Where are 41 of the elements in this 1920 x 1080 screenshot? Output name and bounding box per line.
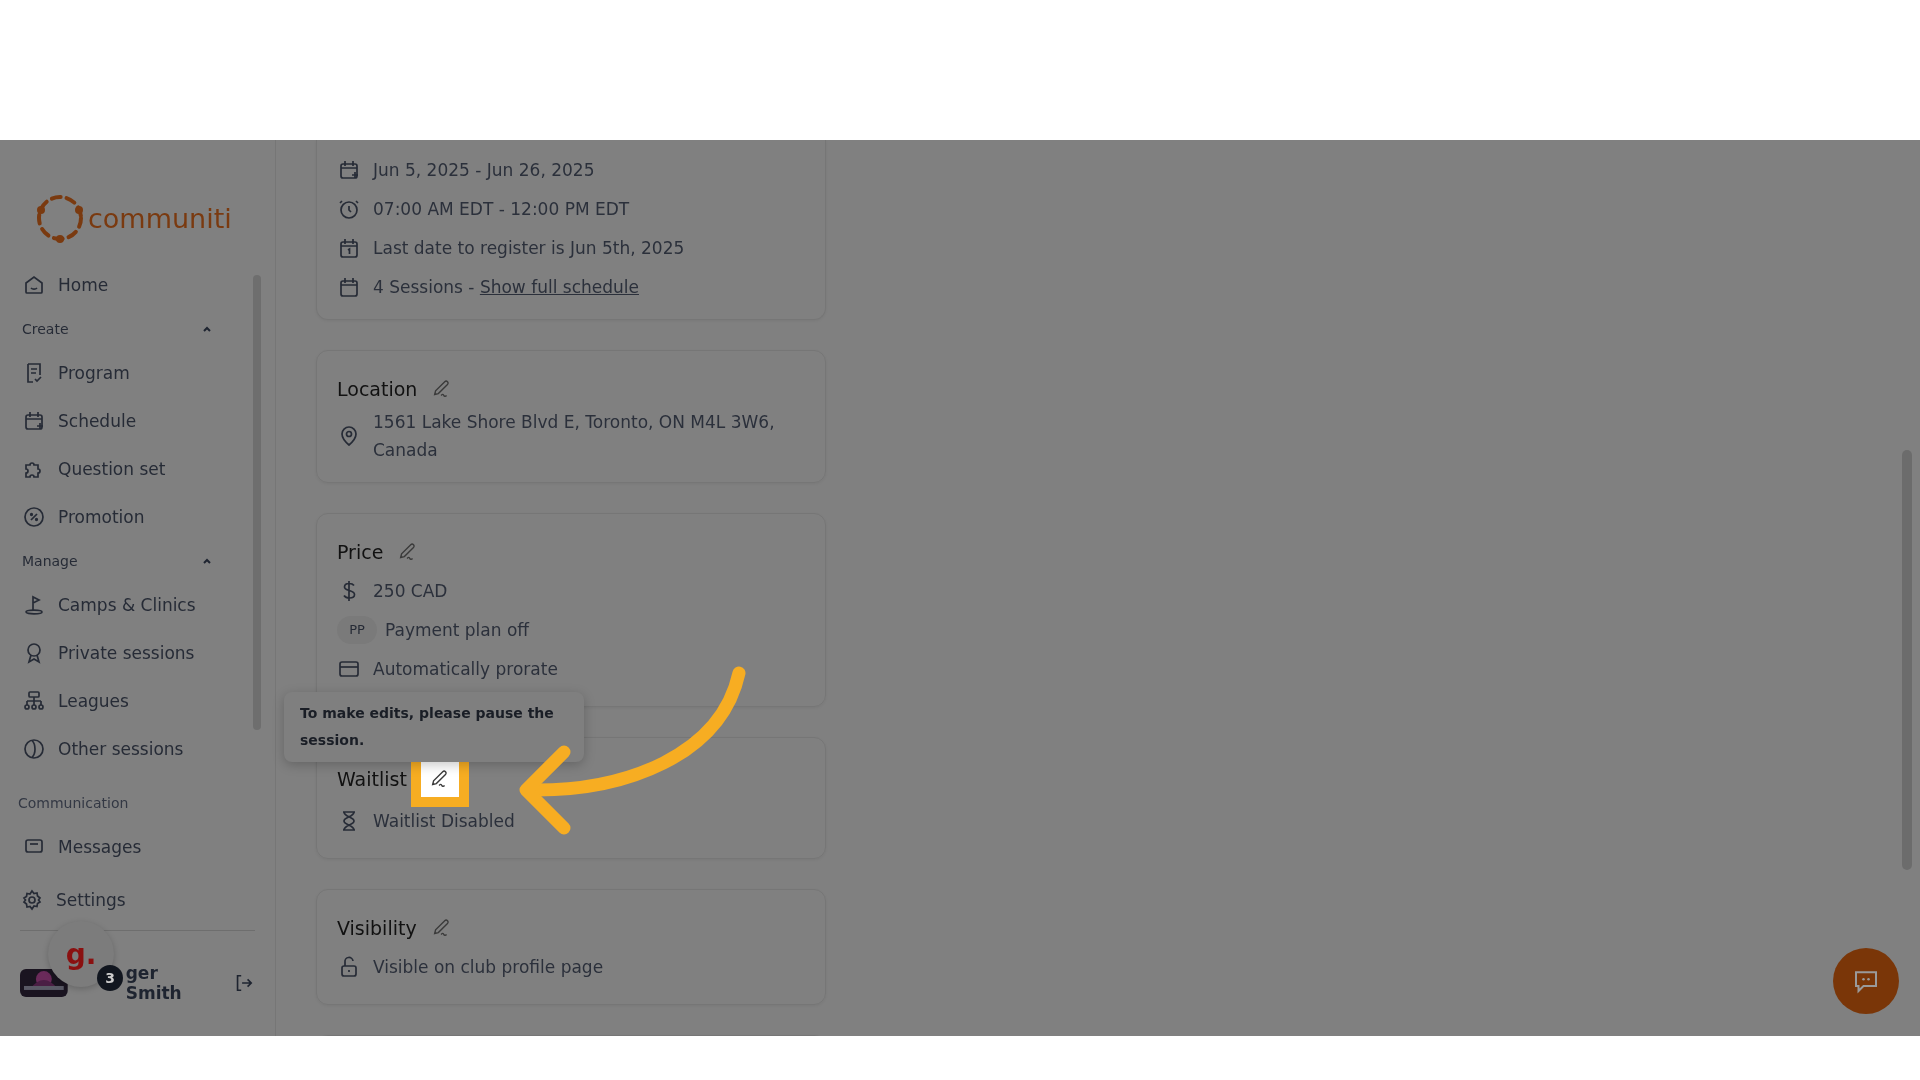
- card-title: Visibility: [337, 917, 417, 939]
- nav-item[interactable]: Schedule: [22, 397, 255, 445]
- tooltip: To make edits, please pause the session.: [284, 692, 584, 762]
- section-label: Create: [22, 321, 69, 337]
- schedule-link[interactable]: Show full schedule: [479, 276, 639, 297]
- detail-text: 1561 Lake Shore Blvd E, Toronto, ON M4L 3W6, Canada: [373, 411, 776, 462]
- logo-text: communiti: [88, 202, 232, 234]
- plan-badge: PP: [337, 615, 377, 644]
- nav-item[interactable]: Program: [22, 349, 255, 397]
- card-title: Price: [337, 541, 384, 563]
- nav-item[interactable]: Other sessions: [22, 725, 255, 773]
- detail-text: Jun 5, 2025 - Jun 26, 2025: [373, 158, 595, 182]
- flag-icon: [22, 593, 46, 617]
- detail-text: 250 CAD: [373, 579, 448, 603]
- card-title: Location: [337, 378, 418, 400]
- nav-item[interactable]: Messages: [22, 823, 255, 871]
- settings-link[interactable]: Settings: [0, 876, 255, 924]
- nav-item[interactable]: Private sessions: [22, 629, 255, 677]
- hierarchy-icon: [22, 689, 46, 713]
- detail-text: Visible on club profile page: [373, 955, 604, 979]
- detail-text: Payment plan off: [385, 618, 530, 642]
- nav-item[interactable]: Promotion: [22, 493, 255, 541]
- notification-badge: 3: [97, 965, 123, 991]
- nav-item[interactable]: Camps & Clinics: [22, 581, 255, 629]
- settings-icon: [20, 888, 44, 912]
- detail-text: Last date to register is Jun 5th, 2025: [373, 236, 685, 260]
- calendar-icon: [22, 409, 46, 433]
- detail-text: 07:00 AM EDT - 12:00 PM EDT: [373, 197, 630, 221]
- nav-item[interactable]: Home: [22, 261, 255, 309]
- nav-item[interactable]: Leagues: [22, 677, 255, 725]
- user-name: ger Smith: [125, 963, 183, 1003]
- percent-icon: [22, 505, 46, 529]
- sessions-text: 4 Sessions - Show full schedule: [373, 275, 639, 299]
- section-label: Manage: [22, 553, 78, 569]
- detail-text: Automatically prorate: [373, 657, 558, 681]
- section-label: Communication: [18, 794, 130, 813]
- ball-icon: [22, 737, 46, 761]
- card-title: Waitlist: [337, 768, 407, 790]
- home-icon: [22, 273, 46, 297]
- nav-item[interactable]: Question set: [22, 445, 255, 493]
- detail-text: Waitlist Disabled: [373, 809, 515, 833]
